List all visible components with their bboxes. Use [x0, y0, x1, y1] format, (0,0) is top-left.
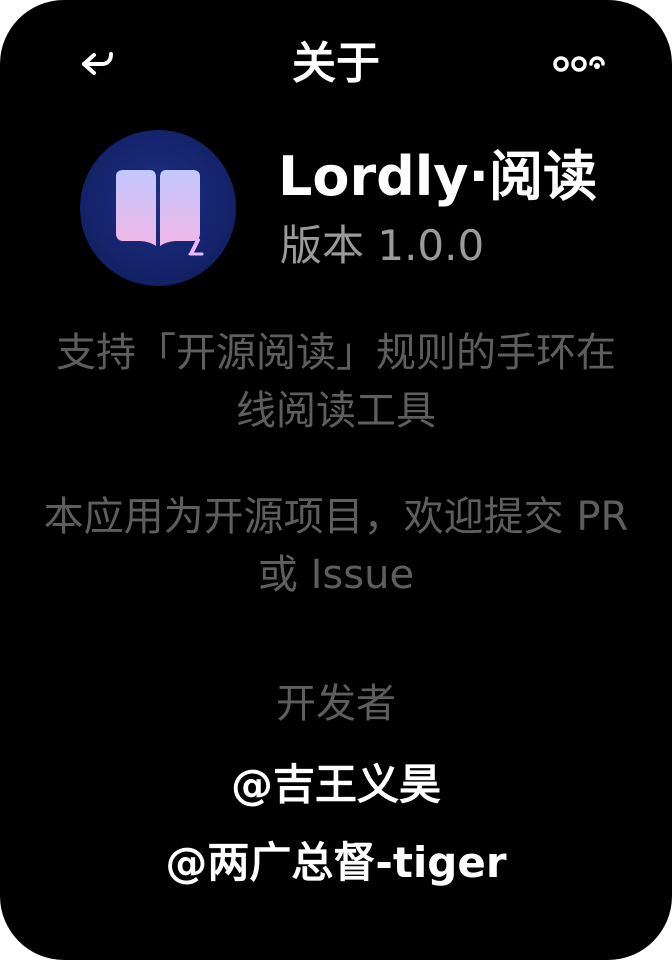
- developer-item[interactable]: @吉王义昊: [0, 756, 672, 814]
- app-version: 版本 1.0.0: [280, 221, 485, 270]
- app-name: Lordly·阅读: [278, 145, 598, 208]
- top-bar: 关于: [0, 28, 672, 100]
- open-source-note: 本应用为开源项目，欢迎提交 PR 或 Issue: [43, 494, 629, 598]
- developers-heading: 开发者: [276, 681, 396, 727]
- app-header: Lordly·阅读 版本 1.0.0: [80, 130, 620, 286]
- more-dots-icon: [553, 56, 605, 72]
- more-button[interactable]: [548, 48, 612, 80]
- developer-item[interactable]: @两广总督-tiger: [0, 834, 672, 892]
- watch-screen: 关于 Lordly·阅读 版本 1.0.0 支持「开源阅读」规则的手环在线阅读工…: [0, 0, 672, 960]
- book-logo-icon: [80, 130, 236, 286]
- app-description: 支持「开源阅读」规则的手环在线阅读工具: [56, 330, 616, 434]
